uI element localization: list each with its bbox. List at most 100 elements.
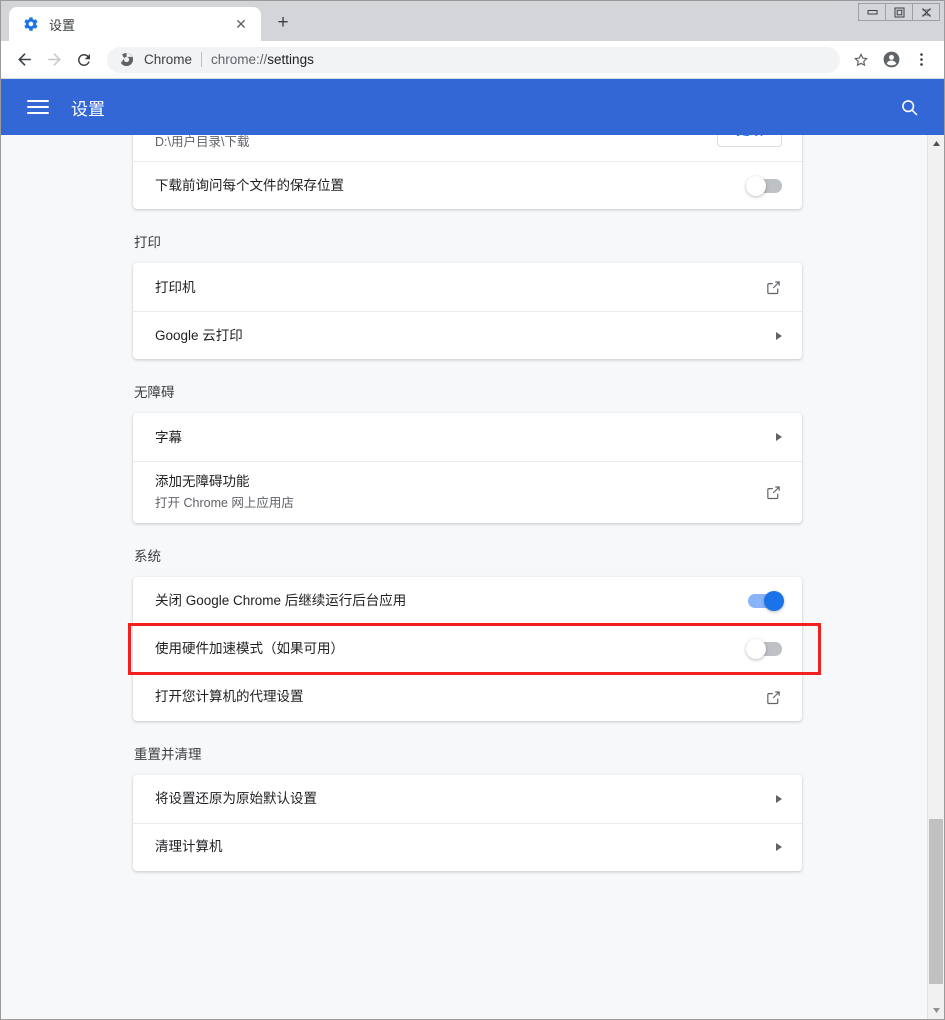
printers-row[interactable]: 打印机: [133, 263, 802, 311]
settings-card: 将设置还原为原始默认设置清理计算机: [133, 774, 802, 871]
scroll-up-arrow-icon[interactable]: [928, 135, 944, 152]
restore-defaults-row[interactable]: 将设置还原为原始默认设置: [133, 775, 802, 823]
row-label: 关闭 Google Chrome 后继续运行后台应用: [155, 592, 407, 608]
row-label: 字幕: [155, 429, 182, 445]
row-label: 下载前询问每个文件的保存位置: [155, 178, 344, 194]
change-button[interactable]: 更改: [717, 135, 782, 147]
close-button[interactable]: [912, 3, 940, 21]
row-control: [732, 590, 784, 611]
toggle-switch[interactable]: [746, 639, 782, 660]
row-label: 添加无障碍功能: [155, 474, 250, 490]
row-text: 使用硬件加速模式（如果可用）: [155, 629, 732, 669]
chevron-right-icon[interactable]: [776, 794, 782, 803]
row-text: 打开您计算机的代理设置: [155, 677, 749, 717]
scrollbar-thumb[interactable]: [929, 819, 943, 984]
row-label: 清理计算机: [155, 839, 223, 855]
chevron-right-icon[interactable]: [776, 331, 782, 340]
browser-tab-settings[interactable]: 设置 ✕: [9, 7, 261, 41]
star-icon[interactable]: [846, 45, 876, 75]
settings-card: 关闭 Google Chrome 后继续运行后台应用 使用硬件加速模式（如果可用）…: [133, 576, 802, 721]
hardware-acceleration-row[interactable]: 使用硬件加速模式（如果可用）: [133, 624, 802, 673]
window-controls: [858, 3, 940, 21]
external-link-icon[interactable]: [765, 484, 782, 501]
section-heading: 无障碍: [134, 385, 175, 401]
chevron-right-icon[interactable]: [776, 433, 782, 442]
section-heading: 系统: [134, 548, 161, 564]
clean-up-computer-row[interactable]: 清理计算机: [133, 822, 802, 871]
row-text: 清理计算机: [155, 827, 760, 867]
row-label: 打开您计算机的代理设置: [155, 689, 304, 705]
chevron-right-icon[interactable]: [776, 843, 782, 852]
row-sublabel: 打开 Chrome 网上应用店: [155, 495, 294, 510]
toggle-knob: [764, 590, 784, 611]
section-system: 系统关闭 Google Chrome 后继续运行后台应用 使用硬件加速模式（如果可…: [1, 523, 927, 721]
row-control: 更改: [701, 135, 782, 147]
address-bar[interactable]: Chrome chrome:// settings: [107, 46, 840, 73]
row-control: [760, 433, 782, 442]
gear-icon: [23, 16, 39, 32]
row-text: 添加无障碍功能打开 Chrome 网上应用店: [155, 462, 749, 522]
settings-card: 位置D:\用户目录\下载 更改下载前询问每个文件的保存位置: [133, 135, 802, 210]
row-text: 打印机: [155, 268, 749, 308]
ask-where-to-save-row[interactable]: 下载前询问每个文件的保存位置: [133, 161, 802, 209]
tab-title: 设置: [49, 17, 76, 33]
omnibox-separator: [201, 52, 203, 67]
minimize-button[interactable]: [858, 3, 886, 21]
toggle-knob: [746, 175, 766, 196]
captions-row[interactable]: 字幕: [133, 413, 802, 461]
row-text: 位置D:\用户目录\下载: [155, 135, 701, 161]
scroll-down-arrow-icon[interactable]: [928, 1002, 944, 1019]
section-printing: 打印打印机 Google 云打印: [1, 209, 927, 360]
omnibox-url-rest: settings: [267, 52, 314, 67]
row-control: [749, 484, 782, 501]
row-sublabel: D:\用户目录\下载: [155, 135, 250, 149]
toggle-switch[interactable]: [748, 590, 784, 611]
row-label: 使用硬件加速模式（如果可用）: [155, 641, 344, 657]
row-label: Google 云打印: [155, 328, 243, 344]
toggle-switch[interactable]: [746, 175, 782, 196]
google-cloud-print-row[interactable]: Google 云打印: [133, 311, 802, 359]
row-text: 关闭 Google Chrome 后继续运行后台应用: [155, 581, 732, 621]
close-icon[interactable]: ✕: [231, 14, 251, 34]
chrome-logo-icon: [119, 52, 135, 68]
new-tab-button[interactable]: +: [267, 8, 299, 38]
back-arrow-icon[interactable]: [9, 45, 39, 75]
row-text: 字幕: [155, 418, 760, 458]
maximize-button[interactable]: [885, 3, 913, 21]
toggle-knob: [746, 639, 766, 660]
row-control: [760, 794, 782, 803]
row-control: [760, 843, 782, 852]
omnibox-url-scheme: chrome://: [211, 52, 268, 67]
row-control: [732, 639, 782, 660]
open-proxy-settings-row[interactable]: 打开您计算机的代理设置: [133, 672, 802, 721]
tab-strip: 设置 ✕ +: [1, 1, 944, 41]
search-icon[interactable]: [896, 94, 922, 120]
settings-top-bar: 设置: [1, 79, 944, 135]
external-link-icon[interactable]: [765, 689, 782, 706]
section-downloads-partial: 位置D:\用户目录\下载 更改下载前询问每个文件的保存位置: [1, 135, 927, 210]
section-heading: 打印: [134, 235, 161, 251]
reload-icon[interactable]: [69, 45, 99, 75]
row-text: Google 云打印: [155, 316, 760, 356]
row-control: [749, 279, 782, 296]
external-link-icon[interactable]: [765, 279, 782, 296]
chrome-browser-window: 设置 ✕ + Chrome chrome:// settings 设置 D:\用…: [0, 0, 945, 1020]
hamburger-menu-icon[interactable]: [27, 100, 49, 114]
download-location-row[interactable]: 位置D:\用户目录\下载 更改: [133, 135, 802, 161]
row-text: 将设置还原为原始默认设置: [155, 779, 760, 819]
add-accessibility-features-row[interactable]: 添加无障碍功能打开 Chrome 网上应用店: [133, 461, 802, 522]
three-dot-menu-icon[interactable]: [906, 45, 936, 75]
browser-toolbar: Chrome chrome:// settings: [1, 41, 944, 79]
settings-card: 字幕添加无障碍功能打开 Chrome 网上应用店: [133, 413, 802, 523]
background-apps-row[interactable]: 关闭 Google Chrome 后继续运行后台应用: [133, 577, 802, 625]
settings-sections: 位置D:\用户目录\下载 更改下载前询问每个文件的保存位置打印打印机 Google …: [1, 135, 927, 911]
row-control: [760, 331, 782, 340]
section-reset-and-cleanup: 重置并清理将设置还原为原始默认设置清理计算机: [1, 721, 927, 871]
vertical-scrollbar[interactable]: [927, 135, 944, 1019]
account-avatar-icon[interactable]: [876, 45, 906, 75]
section-accessibility: 无障碍字幕添加无障碍功能打开 Chrome 网上应用店: [1, 359, 927, 523]
section-heading: 重置并清理: [134, 746, 202, 762]
settings-card: 打印机 Google 云打印: [133, 263, 802, 360]
row-label: 打印机: [155, 279, 196, 295]
page-title: 设置: [71, 99, 105, 119]
